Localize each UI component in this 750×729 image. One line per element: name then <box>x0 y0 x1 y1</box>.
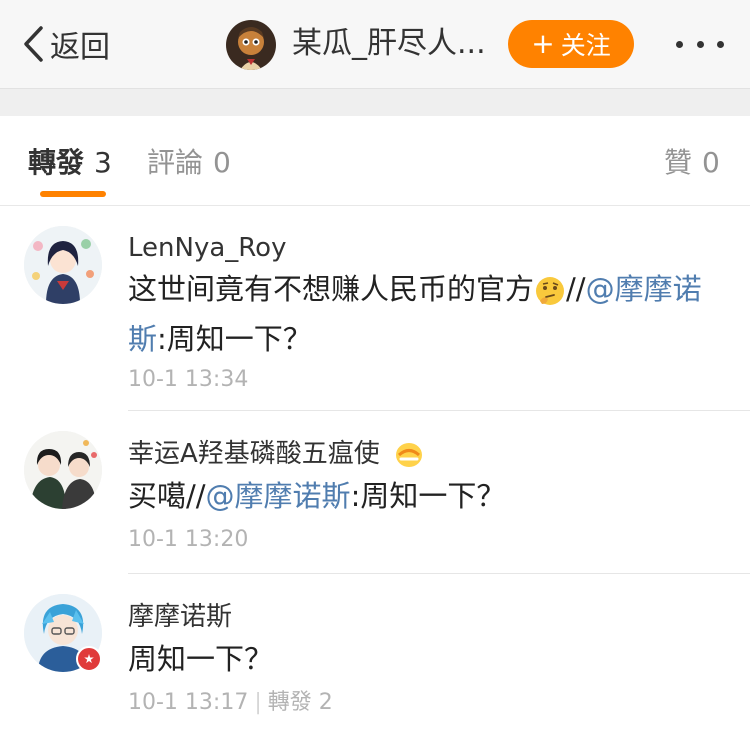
tab-comment-label: 評論 <box>147 146 204 179</box>
follow-button[interactable]: + 关注 <box>508 20 634 68</box>
top-nav-bar: 返回 某瓜_肝尽人... + 关注 <box>0 0 750 88</box>
mention-link[interactable]: @摩摩诺斯 <box>206 479 351 513</box>
thinking-face-emoji <box>536 277 565 305</box>
post-meta: 10-1 13:17 | 轉發 2 <box>128 689 333 717</box>
follow-label: 关注 <box>560 31 611 60</box>
chevron-left-icon <box>24 26 43 62</box>
more-dot-icon <box>717 40 724 48</box>
active-tab-indicator <box>40 191 106 197</box>
post-text-body: 买噶// <box>128 479 206 513</box>
profile-avatar[interactable] <box>226 20 276 70</box>
username[interactable]: LenNya_Roy <box>128 231 286 265</box>
post-meta: 10-1 13:34 <box>128 366 248 394</box>
more-options-button[interactable] <box>676 33 724 55</box>
more-dot-icon <box>696 40 704 48</box>
username[interactable]: 幸运A羟基磷酸五瘟使 <box>128 437 424 471</box>
repost-count-link[interactable]: 轉發 2 <box>268 690 333 715</box>
post-text-separator: // <box>566 272 586 306</box>
timestamp: 10-1 13:20 <box>128 527 249 552</box>
level-badge-icon <box>396 442 423 467</box>
verified-badge-icon <box>76 646 102 672</box>
meta-separator: | <box>254 690 262 715</box>
post-text-quote: :周知一下？ <box>350 479 506 513</box>
tab-comment[interactable]: 評論 0 <box>147 146 231 180</box>
tab-like-count: 0 <box>702 146 720 179</box>
tab-bar: 轉發 3 評論 0 贊0 <box>0 116 750 206</box>
avatar[interactable] <box>24 226 102 304</box>
tab-repost-count: 3 <box>94 146 112 179</box>
username-text: 幸运A羟基磷酸五瘟使 <box>128 439 380 469</box>
page-title: 某瓜_肝尽人... <box>292 26 486 61</box>
tab-repost-label: 轉發 <box>28 146 85 179</box>
username[interactable]: 摩摩诺斯 <box>128 600 232 634</box>
tab-like-label: 贊 <box>664 146 693 179</box>
post-text: 买噶//@摩摩诺斯:周知一下？ <box>128 471 728 521</box>
timestamp: 10-1 13:34 <box>128 367 249 392</box>
repost-item: LenNya_Roy 这世间竟有不想赚人民币的官方//@摩摩诺斯:周知一下？ 1… <box>0 206 750 411</box>
repost-item: 摩摩诺斯 周知一下？ 10-1 13:17 | 轉發 2 <box>0 574 750 729</box>
back-label: 返回 <box>50 30 110 65</box>
post-text: 周知一下？ <box>128 642 274 676</box>
tab-comment-count: 0 <box>213 146 231 179</box>
tab-like[interactable]: 贊0 <box>664 146 720 180</box>
back-button[interactable]: 返回 <box>22 22 110 66</box>
post-text: 这世间竟有不想赚人民币的官方//@摩摩诺斯:周知一下？ <box>128 264 728 364</box>
timestamp: 10-1 13:17 <box>128 690 249 715</box>
avatar[interactable] <box>24 431 102 509</box>
plus-icon: + <box>531 27 555 60</box>
header-band <box>0 88 750 116</box>
post-text-body: 这世间竟有不想赚人民币的官方 <box>128 272 535 306</box>
tab-repost[interactable]: 轉發 3 <box>28 146 112 180</box>
post-text-quote: :周知一下？ <box>157 322 312 356</box>
repost-item: 幸运A羟基磷酸五瘟使 买噶//@摩摩诺斯:周知一下？ 10-1 13:20 <box>0 411 750 574</box>
more-dot-icon <box>676 40 683 48</box>
post-meta: 10-1 13:20 <box>128 526 248 554</box>
